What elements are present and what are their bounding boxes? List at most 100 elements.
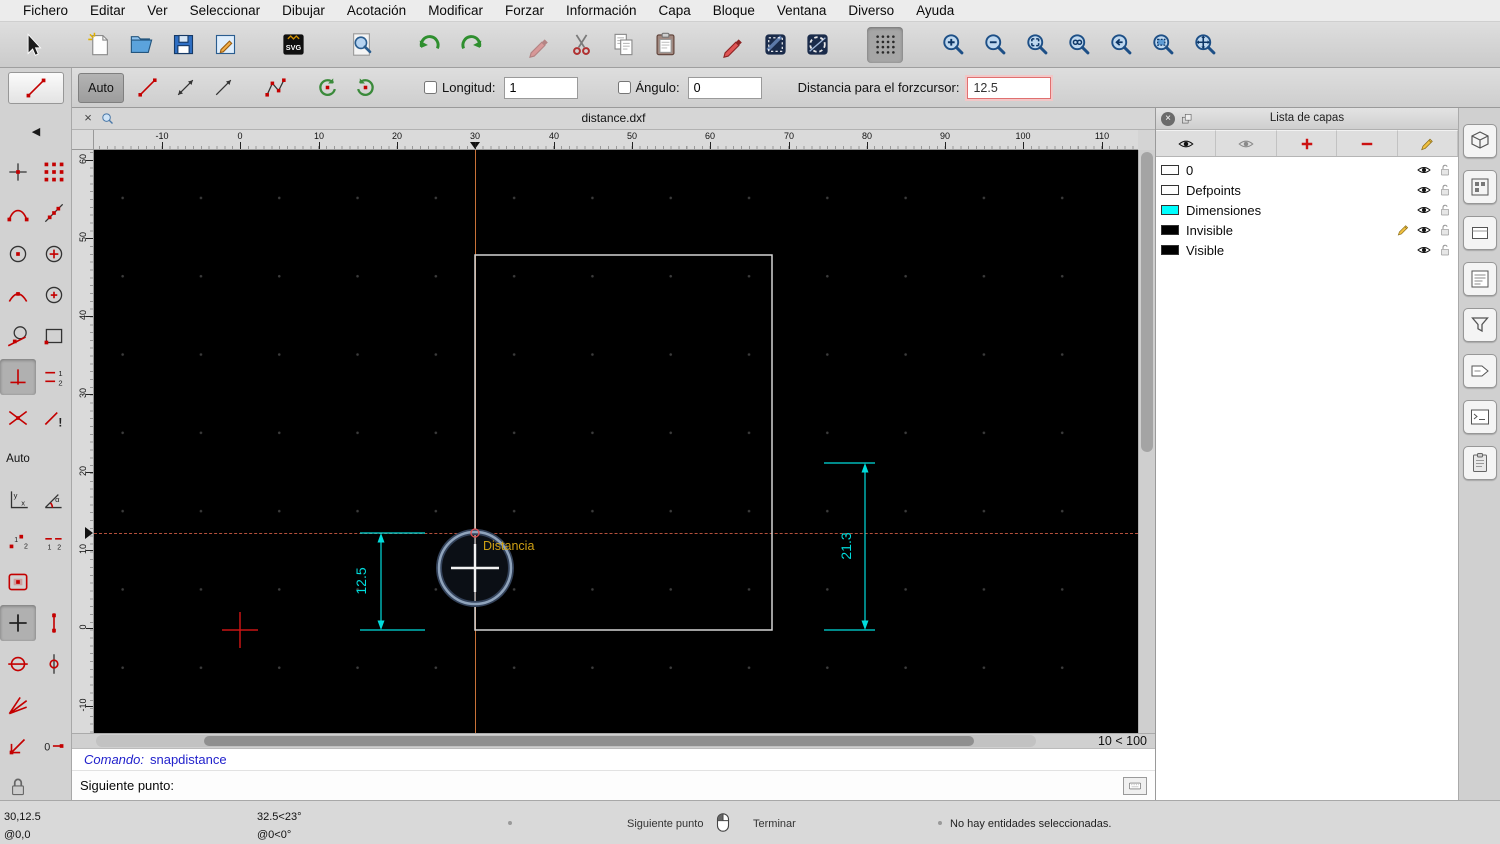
add-layer-button[interactable] (1276, 130, 1338, 156)
snap-free-button[interactable] (0, 154, 36, 190)
snap-center-button[interactable] (0, 236, 36, 272)
line-arrow-button[interactable] (206, 73, 240, 103)
edit-layer-attributes-button[interactable] (1397, 130, 1459, 156)
layer-row-defpoints[interactable]: Defpoints (1156, 180, 1458, 200)
horizontal-scrollbar[interactable] (96, 735, 1036, 747)
circle-center-button[interactable] (36, 277, 71, 313)
vline-points-button[interactable] (36, 605, 71, 641)
menu-forzar[interactable]: Forzar (494, 0, 555, 22)
crosshair-plus-button[interactable] (0, 605, 36, 641)
rect-corner-button[interactable] (36, 318, 71, 354)
layer-lock-toggle[interactable] (1437, 242, 1453, 258)
edit-drawing-button[interactable] (207, 27, 243, 63)
snap-distance-input[interactable] (967, 76, 1052, 99)
vertical-scrollbar[interactable] (1138, 150, 1155, 733)
menu-acotacion[interactable]: Acotación (336, 0, 417, 22)
draw-circle-dashed-button[interactable] (799, 27, 835, 63)
snap-auto-mode-button[interactable]: Auto (0, 441, 36, 477)
menu-fichero[interactable]: Fichero (12, 0, 79, 22)
snap-on-entity-button[interactable] (36, 195, 71, 231)
line-segment-button[interactable] (130, 73, 164, 103)
layer-row-dimensiones[interactable]: Dimensiones (1156, 200, 1458, 220)
svg-export-button[interactable]: SVG (275, 27, 311, 63)
paste-button[interactable] (647, 27, 683, 63)
snap-intersection-button[interactable] (0, 400, 36, 436)
angle-checkbox[interactable] (617, 81, 631, 94)
zoom-window-button[interactable] (1145, 27, 1181, 63)
selection-frame-button[interactable] (0, 564, 36, 600)
angle-rays-button[interactable] (0, 687, 36, 723)
length-input[interactable] (503, 76, 578, 99)
menu-ver[interactable]: Ver (136, 0, 178, 22)
snap-middle-button[interactable] (0, 277, 36, 313)
layer-visibility-toggle[interactable] (1416, 222, 1432, 238)
clipboard-panel-panel-button[interactable] (1462, 446, 1497, 480)
pen-inactive-button[interactable] (521, 27, 557, 63)
command-console-panel-button[interactable] (1462, 400, 1497, 434)
points-numbered-button[interactable]: 12 (0, 523, 36, 559)
menu-modificar[interactable]: Modificar (417, 0, 494, 22)
zero-offset-button[interactable]: 0 (36, 728, 71, 764)
line-warning-button[interactable]: ! (36, 400, 71, 436)
menu-capa[interactable]: Capa (648, 0, 702, 22)
polyline-nodes-button[interactable] (258, 73, 292, 103)
drawing-canvas[interactable]: 12.5 21.3 Distancia (94, 150, 1138, 733)
zoom-pan-button[interactable] (1187, 27, 1223, 63)
menu-ventana[interactable]: Ventana (766, 0, 838, 22)
palette-collapse-button[interactable]: ◀ (0, 120, 71, 142)
layer-row-visible[interactable]: Visible (1156, 240, 1458, 260)
command-widget-toggle-button[interactable] (1123, 776, 1147, 795)
zoom-redraw-button[interactable] (1061, 27, 1097, 63)
layer-row-0[interactable]: 0 (1156, 160, 1458, 180)
new-file-button[interactable] (81, 27, 117, 63)
menu-ayuda[interactable]: Ayuda (905, 0, 965, 22)
layer-lock-toggle[interactable] (1437, 202, 1453, 218)
snap-grid-button[interactable] (36, 154, 71, 190)
zoom-out-button[interactable] (977, 27, 1013, 63)
cut-button[interactable] (563, 27, 599, 63)
snap-tangent-button[interactable] (0, 318, 36, 354)
print-preview-button[interactable] (343, 27, 379, 63)
layer-panel-panel-button[interactable] (1462, 216, 1497, 250)
circle-crossline-button[interactable] (0, 646, 36, 682)
menu-informacion[interactable]: Información (555, 0, 648, 22)
vertical-scrollbar-thumb[interactable] (1141, 152, 1153, 452)
layer-visibility-toggle[interactable] (1416, 202, 1432, 218)
select-region-button[interactable] (757, 27, 793, 63)
grid-toggle-button[interactable] (867, 26, 903, 63)
length-checkbox[interactable] (424, 81, 437, 94)
menu-bloque[interactable]: Bloque (702, 0, 766, 22)
menu-dibujar[interactable]: Dibujar (271, 0, 336, 22)
menu-seleccionar[interactable]: Seleccionar (179, 0, 272, 22)
lines-numbered-button[interactable]: 12 (36, 359, 71, 395)
horizontal-scrollbar-thumb[interactable] (204, 736, 974, 746)
segments-numbered-button[interactable]: 12 (36, 523, 71, 559)
layer-row-invisible[interactable]: Invisible (1156, 220, 1458, 240)
layer-lock-toggle[interactable] (1437, 162, 1453, 178)
copy-button[interactable] (605, 27, 641, 63)
redo-segment-button[interactable] (348, 73, 382, 103)
zoom-in-button[interactable] (935, 27, 971, 63)
zoom-auto-button[interactable] (1019, 27, 1055, 63)
library-browser-panel-button[interactable] (1462, 124, 1497, 158)
layer-visibility-toggle[interactable] (1416, 162, 1432, 178)
snap-endpoint-button[interactable] (0, 195, 36, 231)
ray-marker-button[interactable] (0, 728, 36, 764)
pointer-button[interactable] (13, 27, 49, 63)
vline-circle-button[interactable] (36, 646, 71, 682)
block-list-panel-button[interactable] (1462, 170, 1497, 204)
coords-polar-button[interactable]: α (36, 482, 71, 518)
lock-button[interactable] (0, 769, 36, 800)
line-both-arrows-button[interactable] (168, 73, 202, 103)
angle-input[interactable] (687, 76, 762, 99)
toggle-all-layers-visible-button[interactable] (1156, 130, 1217, 156)
menu-editar[interactable]: Editar (79, 0, 136, 22)
undo-button[interactable] (411, 27, 447, 63)
coords-cartesian-button[interactable]: yx (0, 482, 36, 518)
undo-segment-button[interactable] (310, 73, 344, 103)
toggle-construction-layers-button[interactable] (1216, 130, 1277, 156)
dimension-tag-panel-button[interactable] (1462, 354, 1497, 388)
open-file-button[interactable] (123, 27, 159, 63)
layer-lock-toggle[interactable] (1437, 222, 1453, 238)
redo-button[interactable] (453, 27, 489, 63)
